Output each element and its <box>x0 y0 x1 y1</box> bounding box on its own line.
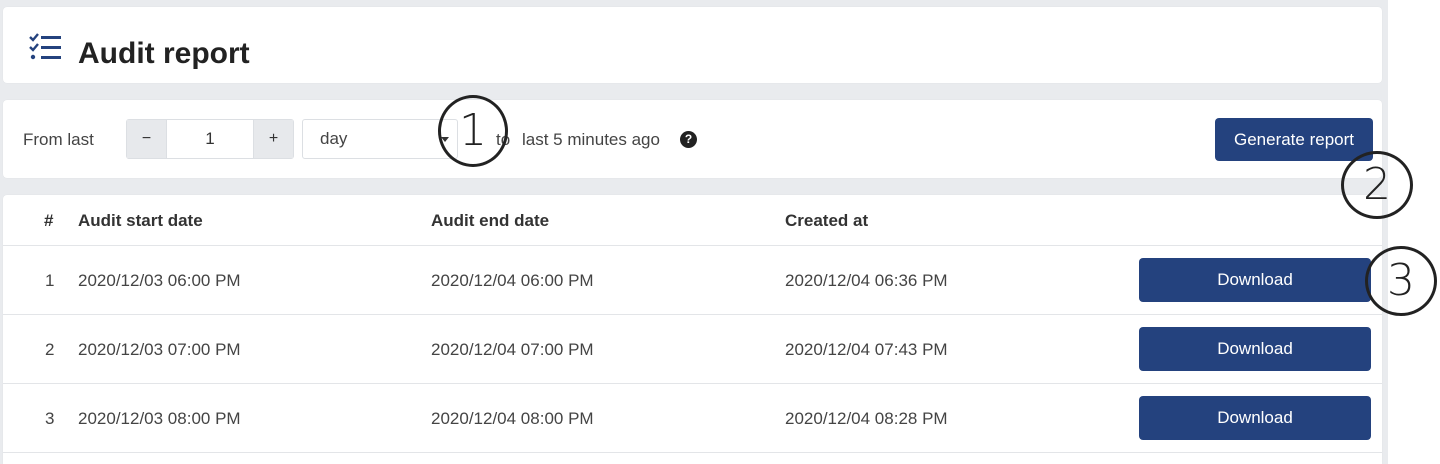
column-header-end: Audit end date <box>431 211 550 230</box>
row-end-date: 2020/12/04 06:00 PM <box>431 271 594 290</box>
table-row: 2 2020/12/03 07:00 PM 2020/12/04 07:00 P… <box>3 315 1382 384</box>
period-unit-value: day <box>320 129 348 148</box>
period-unit-select[interactable]: day <box>302 119 458 159</box>
filter-bar: From last − 1 + day to last 5 minutes ag… <box>3 100 1382 178</box>
annotation-marker-2: 2 <box>1341 151 1413 219</box>
column-header-start: Audit start date <box>78 211 203 230</box>
help-icon[interactable]: ? <box>680 131 697 148</box>
row-created-at: 2020/12/04 06:36 PM <box>785 271 948 290</box>
from-last-label: From last <box>23 130 94 149</box>
row-created-at: 2020/12/04 07:43 PM <box>785 340 948 359</box>
row-index: 1 <box>45 271 55 290</box>
range-end-label: last 5 minutes ago <box>522 130 660 149</box>
row-index: 2 <box>45 340 55 359</box>
period-value-input[interactable]: 1 <box>166 120 254 158</box>
row-end-date: 2020/12/04 08:00 PM <box>431 409 594 428</box>
table-row: 1 2020/12/03 06:00 PM 2020/12/04 06:00 P… <box>3 246 1382 315</box>
table-header: # Audit start date Audit end date Create… <box>3 195 1382 246</box>
column-header-index: # <box>44 211 54 230</box>
page-title: Audit report <box>78 37 250 70</box>
annotation-marker-1: 1 <box>438 95 508 167</box>
table-row: 3 2020/12/03 08:00 PM 2020/12/04 08:00 P… <box>3 384 1382 453</box>
download-button[interactable]: Download <box>1139 396 1371 440</box>
row-index: 3 <box>45 409 55 428</box>
checklist-icon <box>29 33 61 60</box>
generate-report-button[interactable]: Generate report <box>1215 118 1373 161</box>
download-button[interactable]: Download <box>1139 327 1371 371</box>
row-start-date: 2020/12/03 06:00 PM <box>78 271 241 290</box>
download-button[interactable]: Download <box>1139 258 1371 302</box>
row-start-date: 2020/12/03 08:00 PM <box>78 409 241 428</box>
decrement-button[interactable]: − <box>127 120 166 158</box>
period-stepper: − 1 + <box>126 119 294 159</box>
audit-table: # Audit start date Audit end date Create… <box>3 195 1382 464</box>
row-created-at: 2020/12/04 08:28 PM <box>785 409 948 428</box>
page-header: Audit report <box>3 7 1382 83</box>
increment-button[interactable]: + <box>254 120 293 158</box>
page-background: Audit report From last − 1 + day to last… <box>0 0 1388 464</box>
row-start-date: 2020/12/03 07:00 PM <box>78 340 241 359</box>
annotation-marker-3: 3 <box>1365 246 1437 316</box>
row-end-date: 2020/12/04 07:00 PM <box>431 340 594 359</box>
column-header-created: Created at <box>785 211 869 230</box>
